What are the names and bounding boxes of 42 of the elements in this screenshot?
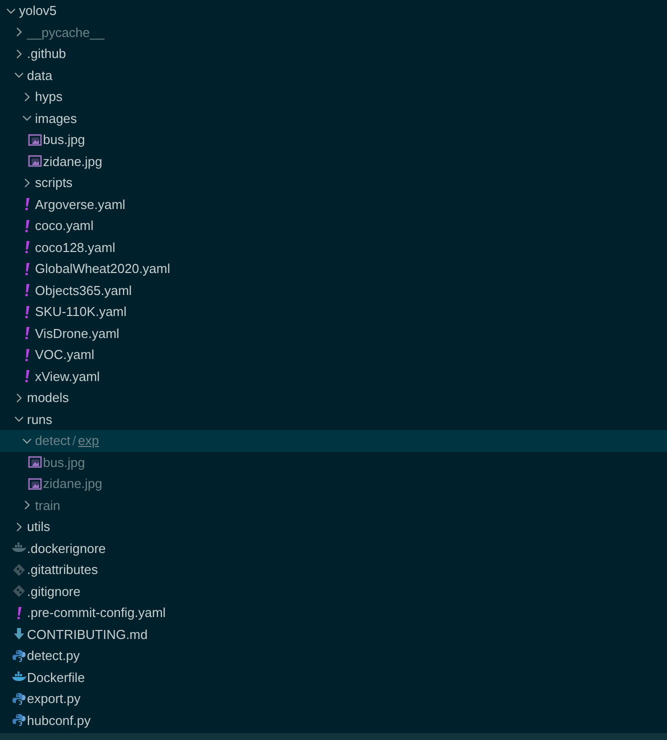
file-item[interactable]: .pre-commit-config.yaml [0, 602, 667, 624]
file-item[interactable]: .gitattributes [0, 559, 667, 580]
file-item[interactable]: Objects365.yaml [0, 280, 667, 301]
python-icon [11, 648, 27, 664]
folder-item[interactable]: images [0, 108, 667, 129]
file-item[interactable]: .dockerignore [0, 538, 667, 559]
file-item[interactable]: Dockerfile [0, 666, 667, 688]
file-item[interactable]: zidane.jpg [0, 150, 667, 172]
file-item[interactable]: CONTRIBUTING.md [0, 624, 667, 645]
file-item[interactable]: hubconf.py [0, 710, 667, 731]
folder-item[interactable]: train [0, 494, 667, 516]
file-item[interactable]: coco128.yaml [0, 236, 667, 258]
file-item[interactable]: VisDrone.yaml [0, 322, 667, 344]
file-item[interactable]: SKU-110K.yaml [0, 301, 667, 322]
file-item[interactable]: coco.yaml [0, 215, 667, 236]
folder-item[interactable]: scripts [0, 172, 667, 194]
file-item[interactable]: export.py [0, 688, 667, 710]
file-item[interactable]: zidane.jpg [0, 473, 667, 494]
file-item[interactable]: VOC.yaml [0, 344, 667, 366]
file-item[interactable]: detect.py [0, 645, 667, 666]
file-item[interactable]: xView.yaml [0, 366, 667, 387]
image-file-icon [27, 476, 43, 492]
diamond-icon [11, 583, 27, 600]
file-item[interactable]: GlobalWheat2020.yaml [0, 258, 667, 280]
diamond-icon [11, 562, 27, 578]
python-icon [11, 712, 27, 728]
image-file-icon [27, 132, 43, 148]
folder-item[interactable]: yolov5 [0, 0, 667, 22]
folder-item[interactable]: utils [0, 516, 667, 538]
image-file-icon [27, 454, 43, 470]
folder-item[interactable]: .github [0, 43, 667, 64]
file-item[interactable]: bus.jpg [0, 129, 667, 150]
folder-item[interactable]: __pycache__ [0, 22, 667, 43]
folder-item[interactable]: runs [0, 408, 667, 430]
image-file-icon [27, 153, 43, 170]
file-item[interactable]: .gitignore [0, 580, 667, 602]
python-icon [11, 690, 27, 707]
folder-item[interactable]: models [0, 387, 667, 408]
file-item[interactable]: Argoverse.yaml [0, 194, 667, 215]
folder-item[interactable]: data [0, 64, 667, 86]
folder-item[interactable]: hyps [0, 86, 667, 108]
file-item[interactable]: bus.jpg [0, 452, 667, 473]
